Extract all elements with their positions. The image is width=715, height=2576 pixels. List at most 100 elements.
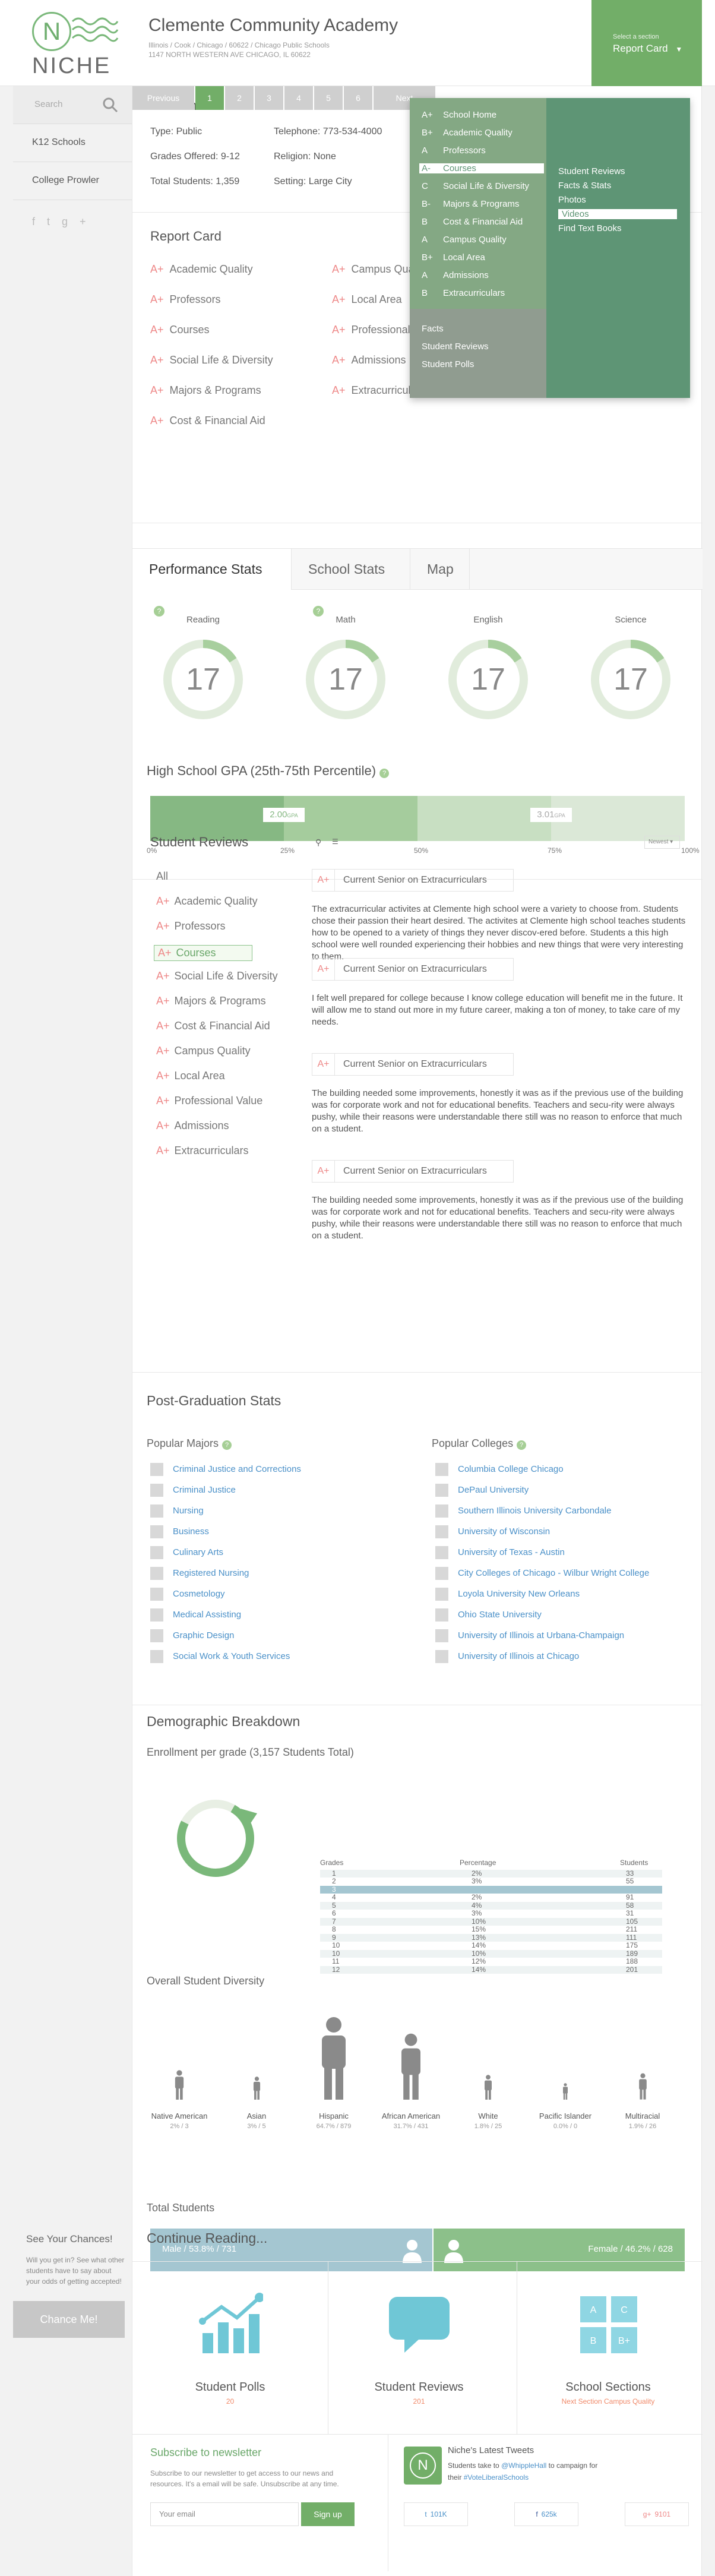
facebook-icon[interactable]: f	[32, 216, 47, 227]
page-button[interactable]: 5	[314, 86, 343, 110]
list-link[interactable]: University of Texas - Austin	[435, 1546, 565, 1559]
list-link[interactable]: Graphic Design	[150, 1629, 234, 1642]
page-button[interactable]: 3	[255, 86, 283, 110]
card-school-sections[interactable]: A C B B+ School Sections Next Section Campu…	[510, 2262, 706, 2434]
category-label: Academic Quality	[174, 895, 258, 907]
list-link[interactable]: Criminal Justice	[150, 1484, 236, 1497]
total-students-title: Total Students	[147, 2202, 215, 2214]
menu-sub-item[interactable]: Videos	[558, 209, 677, 219]
menu-item[interactable]: B Cost & Financial Aid	[422, 217, 523, 227]
menu-item[interactable]: A+ School Home	[422, 110, 496, 120]
menu-item[interactable]: C Social Life & Diversity	[422, 181, 529, 191]
list-link[interactable]: Ohio State University	[435, 1608, 542, 1622]
review-category[interactable]: A+ Professors	[156, 920, 226, 933]
list-link[interactable]: Cosmetology	[150, 1588, 225, 1601]
list-link[interactable]: University of Illinois at Urbana-Champai…	[435, 1629, 624, 1642]
review-category[interactable]: A+ Extracurriculars	[156, 1145, 249, 1157]
list-link[interactable]: Medical Assisting	[150, 1608, 241, 1622]
list-link[interactable]: Southern Illinois University Carbondale	[435, 1504, 611, 1518]
tweet-hashtag-link[interactable]: #VoteLiberalSchools	[464, 2473, 529, 2482]
signup-button[interactable]: Sign up	[301, 2502, 355, 2526]
card-student-polls[interactable]: Student Polls 20	[132, 2262, 328, 2434]
report-card-item[interactable]: A+ Social Life & Diversity	[150, 354, 273, 366]
menu-item[interactable]: A Admissions	[422, 270, 489, 280]
review-category[interactable]: A+ Social Life & Diversity	[156, 970, 278, 982]
menu-sub-item[interactable]: Student Reviews	[558, 166, 625, 176]
menu-item[interactable]: Facts	[422, 324, 444, 334]
report-card-item[interactable]: A+ Academic Quality	[150, 263, 253, 276]
menu-item[interactable]: A- Courses	[419, 163, 544, 173]
review-category[interactable]: A+ Courses	[154, 945, 252, 961]
previous-page-button[interactable]: Previous	[132, 86, 194, 110]
report-card-item[interactable]: A+ Professors	[150, 293, 221, 306]
list-link[interactable]: University of Illinois at Chicago	[435, 1650, 579, 1663]
facebook-button[interactable]: f 625k	[514, 2502, 578, 2526]
menu-sub-item[interactable]: Find Text Books	[558, 223, 621, 233]
menu-item[interactable]: B+ Academic Quality	[422, 128, 512, 138]
help-icon[interactable]: ?	[222, 1440, 232, 1450]
sort-select[interactable]: Newest ▾	[644, 836, 680, 849]
review-category[interactable]: A+ Professional Value	[156, 1095, 262, 1107]
review-category[interactable]: A+ Local Area	[156, 1070, 225, 1082]
list-link[interactable]: University of Wisconsin	[435, 1525, 550, 1538]
review-category[interactable]: A+ Academic Quality	[156, 895, 258, 908]
list-link[interactable]: Culinary Arts	[150, 1546, 223, 1559]
menu-item[interactable]: A Professors	[422, 146, 486, 156]
report-card-item[interactable]: A+ Courses	[150, 324, 210, 336]
help-icon[interactable]: ?	[517, 1440, 527, 1450]
sidebar-item-k12[interactable]: K12 Schools	[13, 124, 132, 162]
menu-item[interactable]: B Extracurriculars	[422, 288, 505, 298]
tweet-handle-link[interactable]: @WhippleHall	[501, 2461, 546, 2470]
search-box[interactable]: Search	[13, 86, 132, 124]
menu-sub-item[interactable]: Photos	[558, 195, 586, 205]
review-category[interactable]: A+ Campus Quality	[156, 1045, 251, 1057]
review-category[interactable]: A+ Majors & Programs	[156, 995, 266, 1007]
list-link[interactable]: Nursing	[150, 1504, 204, 1518]
list-link[interactable]: City Colleges of Chicago - Wilbur Wright…	[435, 1567, 649, 1580]
list-link[interactable]: Columbia College Chicago	[435, 1463, 564, 1476]
chance-me-button[interactable]: Chance Me!	[13, 2301, 125, 2338]
menu-item[interactable]: Student Reviews	[422, 342, 489, 352]
list-link[interactable]: Business	[150, 1525, 209, 1538]
twitter-button[interactable]: t 101K	[404, 2502, 468, 2526]
search-input[interactable]: Search	[34, 99, 63, 109]
list-link[interactable]: Social Work & Youth Services	[150, 1650, 290, 1663]
review-category[interactable]: A+ Admissions	[156, 1120, 229, 1132]
section-selector-button[interactable]: Select a section Report Card ▼	[591, 0, 702, 86]
menu-item[interactable]: B- Majors & Programs	[422, 199, 519, 209]
report-card-item[interactable]: A+ Majors & Programs	[150, 384, 261, 397]
review-search-button[interactable]: ⚲	[315, 837, 326, 848]
card-student-reviews[interactable]: Student Reviews 201	[321, 2262, 517, 2434]
page-button[interactable]: 1	[195, 86, 224, 110]
report-card-item[interactable]: A+ Local Area	[332, 293, 402, 306]
review-category[interactable]: All	[156, 870, 168, 883]
tab-school-stats[interactable]: School Stats?	[292, 549, 410, 617]
breadcrumb[interactable]: Illinois / Cook / Chicago / 60622 / Chic…	[148, 40, 398, 50]
report-card-item[interactable]: A+ Admissions	[332, 354, 406, 366]
tab-map[interactable]: Map	[410, 549, 470, 590]
tab-performance-stats[interactable]: Performance Stats?	[132, 549, 292, 617]
menu-item[interactable]: A Campus Quality	[422, 235, 507, 245]
sidebar-item-college-prowler[interactable]: College Prowler	[13, 162, 132, 200]
email-input[interactable]: Your email	[150, 2502, 299, 2526]
search-icon[interactable]	[102, 97, 119, 113]
page-button[interactable]: 6	[344, 86, 372, 110]
review-filter-button[interactable]: ☰	[332, 837, 343, 848]
list-link[interactable]: Registered Nursing	[150, 1567, 249, 1580]
google-plus-button[interactable]: g+ 9101	[625, 2502, 689, 2526]
twitter-icon[interactable]: t	[47, 216, 62, 227]
menu-sub-item[interactable]: Facts & Stats	[558, 181, 611, 191]
page-button[interactable]: 4	[284, 86, 313, 110]
google-plus-icon[interactable]: g+	[62, 216, 98, 227]
menu-item[interactable]: Student Polls	[422, 359, 474, 369]
niche-logo[interactable]: N NICHE	[24, 7, 119, 78]
list-link[interactable]: DePaul University	[435, 1484, 529, 1497]
help-icon[interactable]: ?	[379, 769, 390, 778]
report-card-item[interactable]: A+ Cost & Financial Aid	[150, 415, 265, 427]
list-link[interactable]: Criminal Justice and Corrections	[150, 1463, 301, 1476]
list-link[interactable]: Loyola University New Orleans	[435, 1588, 580, 1601]
enrollment-donut	[177, 1800, 257, 1877]
review-category[interactable]: A+ Cost & Financial Aid	[156, 1020, 270, 1032]
menu-item[interactable]: B+ Local Area	[422, 252, 485, 263]
page-button[interactable]: 2	[225, 86, 254, 110]
